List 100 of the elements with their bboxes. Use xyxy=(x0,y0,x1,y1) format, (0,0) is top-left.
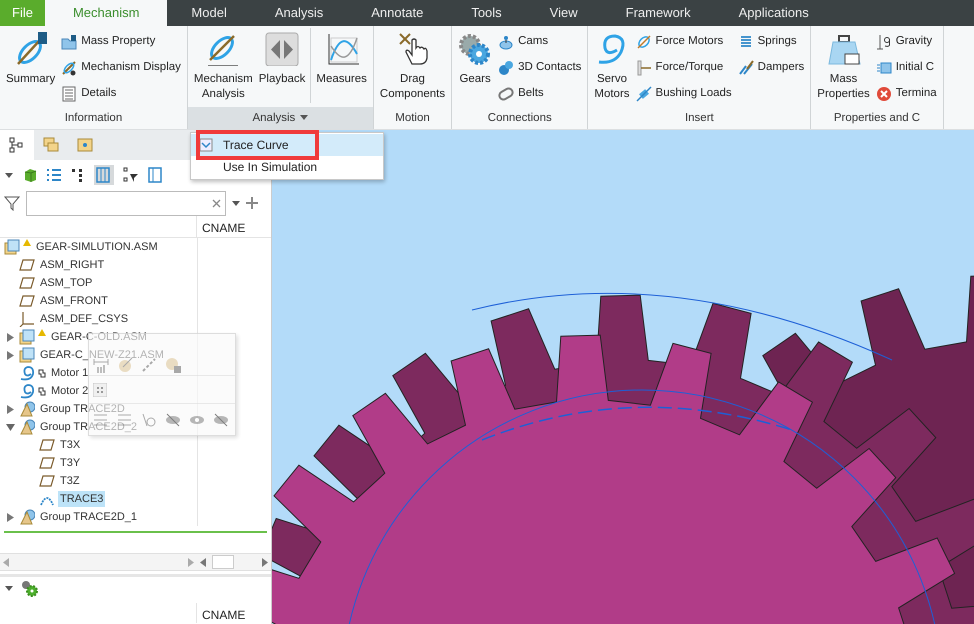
caret-icon xyxy=(232,200,240,206)
group-label: Connections xyxy=(488,112,552,124)
ribbon-button[interactable]: Playback xyxy=(256,28,308,89)
collapse-icon xyxy=(4,583,14,593)
ribbon-button[interactable]: Force Motors xyxy=(632,30,735,53)
motor-icon xyxy=(19,383,35,399)
ribbon-button[interactable]: Cams xyxy=(495,30,584,53)
tree-item[interactable]: ASM_DEF_CSYS xyxy=(0,310,197,328)
ribbon-button[interactable]: Bushing Loads xyxy=(632,82,735,105)
left-arrow-icon xyxy=(3,558,9,566)
menu-tab[interactable]: Framework xyxy=(602,0,715,26)
motor-icon xyxy=(19,365,35,381)
tree-item[interactable]: ASM_RIGHT xyxy=(0,256,197,274)
tree-item[interactable]: ASM_FRONT xyxy=(0,292,197,310)
ribbon-button[interactable]: Initial C xyxy=(872,56,940,79)
toolbar-button[interactable] xyxy=(213,410,229,428)
menu-tab[interactable]: Tools xyxy=(447,0,526,26)
collapse-icon xyxy=(4,170,14,180)
menu-tab[interactable]: View xyxy=(526,0,602,26)
ribbon-button[interactable]: Servo Motors xyxy=(591,28,633,104)
menu-tab[interactable]: Analysis xyxy=(250,0,348,26)
group-label[interactable]: Analysis xyxy=(252,112,296,124)
menu-tab[interactable]: Mechanism xyxy=(44,0,168,26)
menu-item[interactable]: Use In Simulation xyxy=(191,156,383,178)
tree-item[interactable]: T3Y xyxy=(0,454,197,472)
hide-icon xyxy=(213,412,229,428)
spheres-icon xyxy=(498,60,514,76)
ribbon-button[interactable]: Details xyxy=(58,82,184,105)
tree-item[interactable]: Group TRACE2D_1 xyxy=(0,508,197,526)
ribbon-button[interactable]: Gears xyxy=(455,28,496,89)
plane-icon xyxy=(39,473,55,489)
table-icon xyxy=(148,167,164,183)
right-arrow-icon xyxy=(188,558,194,566)
group-icon xyxy=(19,419,35,435)
csys-icon xyxy=(19,311,35,327)
plane-icon xyxy=(19,293,35,309)
settings-icon xyxy=(20,579,38,597)
menu-tab[interactable]: Annotate xyxy=(347,0,448,26)
menu-item[interactable]: Trace Curve xyxy=(191,134,383,156)
left-arrow-icon xyxy=(200,558,206,566)
column-header: CNAME xyxy=(201,220,246,237)
toolbar-button[interactable] xyxy=(165,410,181,428)
tree-item[interactable]: GEAR-SIMLUTION.ASM xyxy=(0,238,197,256)
cube-icon xyxy=(876,60,892,76)
gravity-icon xyxy=(876,34,892,50)
scroll-thumb[interactable] xyxy=(212,555,234,569)
toolbar-button[interactable] xyxy=(93,380,107,398)
ribbon-button[interactable]: Dampers xyxy=(734,56,808,79)
playback-icon xyxy=(265,32,300,66)
assembly-icon xyxy=(19,329,35,345)
ribbon-button[interactable]: Mass Properties xyxy=(814,28,873,104)
ribbon-button[interactable]: Measures xyxy=(313,28,370,89)
grid-icon xyxy=(93,383,107,398)
sphere-icon xyxy=(165,356,181,373)
assembly-icon xyxy=(4,239,20,255)
group-label: Properties and C xyxy=(834,112,920,124)
ribbon-button[interactable]: Mechanism Display xyxy=(58,56,184,79)
tree-item[interactable]: Motor 1 xyxy=(0,364,197,382)
ribbon-button[interactable]: Force/Torque xyxy=(632,56,735,79)
filter-icon xyxy=(4,195,20,211)
ribbon-button[interactable]: Springs xyxy=(734,30,808,53)
add-icon xyxy=(246,197,258,209)
trace-curve-icon xyxy=(199,138,213,152)
plane-icon xyxy=(19,257,35,273)
panel-tab[interactable] xyxy=(0,130,34,160)
tree-item[interactable]: T3X xyxy=(0,436,197,454)
columns-icon xyxy=(94,165,114,185)
ribbon-button[interactable]: Termina xyxy=(872,82,940,105)
stop-icon xyxy=(876,86,892,102)
ribbon-button[interactable]: 3D Contacts xyxy=(495,56,584,79)
column-header: CNAME xyxy=(201,607,246,623)
menu-tab[interactable]: Applications xyxy=(714,0,833,26)
tree-item[interactable]: TRACE3 xyxy=(0,490,197,508)
list-icon xyxy=(61,86,78,102)
tree-item[interactable]: T3Z xyxy=(0,472,197,490)
folder-icon xyxy=(61,34,78,50)
menu-tab[interactable]: Model xyxy=(167,0,251,26)
group-label: Motion xyxy=(395,112,430,124)
mechanism-display-icon xyxy=(61,60,78,76)
bushing-icon xyxy=(636,86,652,102)
toolbar-button[interactable] xyxy=(165,355,181,373)
group-icon xyxy=(19,509,35,525)
folder-icon xyxy=(77,137,93,153)
weight-icon xyxy=(826,32,860,66)
ribbon-button[interactable]: Drag Components xyxy=(376,28,448,104)
ribbon-button[interactable]: Gravity xyxy=(872,30,940,53)
cam-icon xyxy=(498,34,514,50)
tree-item[interactable]: Motor 2 xyxy=(0,382,197,400)
gears-icon xyxy=(458,32,492,66)
plane-icon xyxy=(39,455,55,471)
ribbon-button[interactable]: Summary xyxy=(3,28,58,89)
search-field[interactable] xyxy=(26,190,226,216)
cube-icon xyxy=(22,167,38,183)
hide-icon xyxy=(165,412,181,428)
ribbon-button[interactable]: Belts xyxy=(495,82,584,105)
ribbon-button[interactable]: Mechanism Analysis xyxy=(190,28,256,104)
plane-icon xyxy=(39,437,55,453)
tree-item[interactable]: ASM_TOP xyxy=(0,274,197,292)
group-icon xyxy=(19,401,35,417)
ribbon-button[interactable]: Mass Property xyxy=(58,30,184,53)
